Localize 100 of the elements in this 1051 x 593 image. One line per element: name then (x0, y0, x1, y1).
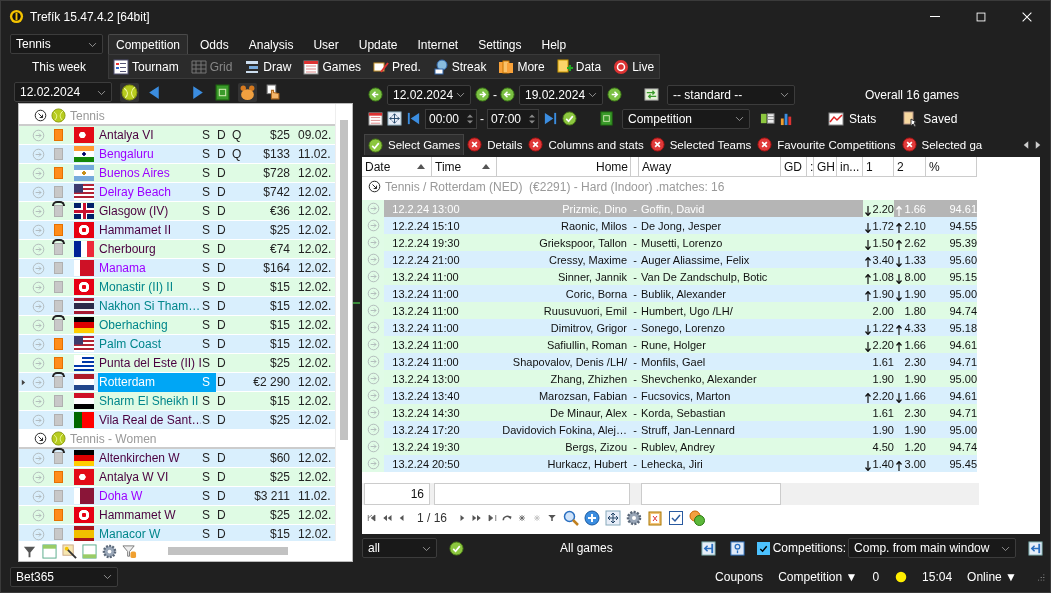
mode-menu[interactable]: Competition ▼ (778, 569, 858, 584)
table-cell-text: 11:00 (432, 354, 460, 370)
menu-tab[interactable]: User (305, 34, 347, 54)
table-cell-text: 13.2.24 (391, 422, 430, 438)
odds-value: 2.62 (904, 236, 926, 249)
competition-name[interactable]: Altenkirchen W (98, 448, 201, 468)
column-header[interactable]: Away (642, 159, 672, 174)
column-header[interactable]: Time (435, 159, 462, 174)
competition-name[interactable]: Hammamet II (98, 220, 201, 240)
panel-tab[interactable]: Selected ga (898, 134, 986, 155)
toolbar-button[interactable]: Pred. (373, 58, 421, 75)
odds-value: 3.00 (904, 457, 926, 470)
odds-value: 2.20 (872, 202, 894, 215)
toolbar-button[interactable]: Streak (432, 58, 487, 75)
prize-money: €2 290 (252, 375, 290, 389)
saved-button[interactable]: Saved (902, 110, 958, 127)
competition-name[interactable]: Manama (98, 258, 201, 278)
odds-value: 1.90 (872, 287, 894, 300)
competition-name[interactable]: Doha W (98, 486, 201, 506)
competition-name[interactable]: Manacor W (98, 524, 201, 541)
toolbar-button[interactable]: Games (303, 58, 362, 75)
competition-name[interactable]: Monastir (II) II (98, 277, 201, 297)
table-cell-text: 94.61 (948, 337, 977, 353)
panel-tab[interactable]: Selected Teams (646, 134, 755, 155)
table-cell-text: 13.2.24 (391, 439, 430, 455)
column-header[interactable]: GD (784, 159, 802, 174)
table-cell-text: Sinner, Jannik (556, 269, 628, 285)
column-header[interactable]: 2 (897, 159, 904, 174)
column-header[interactable]: % (929, 159, 940, 174)
table-cell-text: 13.2.24 (391, 388, 430, 404)
column-header[interactable]: GH (817, 159, 835, 174)
column-header[interactable]: Home (596, 159, 628, 174)
time-to-field[interactable]: 07:00 (487, 108, 539, 129)
date-to-dropdown[interactable]: 19.02.2024 (519, 84, 603, 105)
table-cell-text: - (632, 201, 638, 217)
prize-money: $25 (268, 508, 290, 522)
competition-name[interactable]: Hammamet W (98, 505, 201, 525)
odds-value: 1.66 (904, 338, 926, 351)
table-cell-text: 12.2.24 (391, 252, 430, 268)
menu-tab[interactable]: Update (350, 34, 406, 54)
time-from-field[interactable]: 00:00 (425, 108, 477, 129)
group-title: Tennis / Rotterdam (NED) (€2291) - Hard (Indoor) .matches: 16 (385, 179, 725, 194)
panel-tab[interactable]: Columns and stats (525, 134, 647, 155)
column-header[interactable]: : (810, 159, 813, 174)
toolbar-button[interactable]: Data (556, 58, 602, 75)
odds-value: 1.33 (904, 253, 926, 266)
menu-tab[interactable]: Competition (108, 34, 189, 54)
filter-dropdown[interactable]: Competition (622, 108, 750, 129)
table-cell-text: 13.2.24 (391, 371, 430, 387)
competition-name[interactable]: Cherbourg (98, 239, 201, 259)
start-date: 11.02. (297, 489, 332, 503)
date-dropdown[interactable]: 12.02.2024 (14, 82, 112, 102)
toolbar-button[interactable]: Draw (244, 58, 292, 75)
connection-menu[interactable]: Online ▼ (967, 569, 1017, 584)
competition-name[interactable]: Delray Beach (98, 182, 201, 202)
competition-name[interactable]: Vila Real de Sant… (98, 410, 201, 430)
stats-button[interactable]: Stats (828, 110, 877, 127)
table-cell-text: D (216, 468, 227, 486)
column-header[interactable]: in... (840, 159, 860, 174)
table-cell-text: 11:00 (432, 320, 460, 336)
bookmaker-dropdown[interactable]: Bet365 (10, 566, 119, 587)
count-field[interactable]: 16 (364, 483, 430, 505)
toolbar-button[interactable]: Tournam (113, 58, 179, 75)
preset-dropdown[interactable]: -- standard -- (667, 84, 795, 105)
table-cell-text: D (216, 240, 227, 258)
date-from-dropdown[interactable]: 12.02.2024 (387, 84, 471, 105)
competition-name[interactable]: Oberhaching (98, 315, 201, 335)
panel-tab[interactable]: Select Games (364, 134, 465, 155)
competition-source-dropdown[interactable]: Comp. from main window (848, 538, 1017, 558)
coupons-link[interactable]: Coupons (715, 569, 764, 584)
prize-money: $25 (268, 223, 290, 237)
column-header[interactable]: 1 (866, 159, 873, 174)
competition-name[interactable]: Buenos Aires (98, 163, 201, 183)
toolbar-button[interactable]: Live (613, 58, 655, 75)
menu-tab[interactable]: Settings (470, 34, 530, 54)
menu-tab[interactable]: Odds (192, 34, 237, 54)
competition-name[interactable]: Glasgow (IV) (98, 201, 201, 221)
menu-tab[interactable]: Analysis (240, 34, 302, 54)
table-cell-text: D (216, 183, 227, 201)
start-date: 12.02. (297, 451, 333, 465)
table-cell-text: Marozsan, Fabian (537, 388, 628, 404)
competition-name[interactable]: Antalya W VI (98, 467, 201, 487)
table-cell-text: D (216, 449, 227, 467)
competition-name[interactable]: Nakhon Si Tham… (98, 296, 201, 316)
sport-dropdown[interactable]: Tennis (10, 34, 103, 54)
competition-name[interactable]: Palm Coast (98, 334, 201, 354)
panel-tab[interactable]: Favourite Competitions (754, 134, 899, 155)
competition-name[interactable]: Punta del Este (II) I (98, 353, 201, 373)
toolbar-button[interactable]: More (498, 58, 545, 75)
menu-tab[interactable]: Help (533, 34, 575, 54)
competition-name[interactable]: Antalya VI (98, 125, 201, 145)
panel-tab[interactable]: Details (464, 134, 526, 155)
competition-name[interactable]: Bengaluru (98, 144, 201, 164)
games-filter-dropdown[interactable]: all (362, 538, 437, 558)
menu-tab[interactable]: Internet (409, 34, 467, 54)
column-header[interactable]: Date (365, 159, 391, 174)
table-cell-text: 95.15 (948, 269, 977, 285)
table-cell-text: - (632, 286, 638, 302)
table-cell-text: Bergs, Zizou (564, 439, 628, 455)
competition-name[interactable]: Sharm El Sheikh II (98, 391, 201, 411)
